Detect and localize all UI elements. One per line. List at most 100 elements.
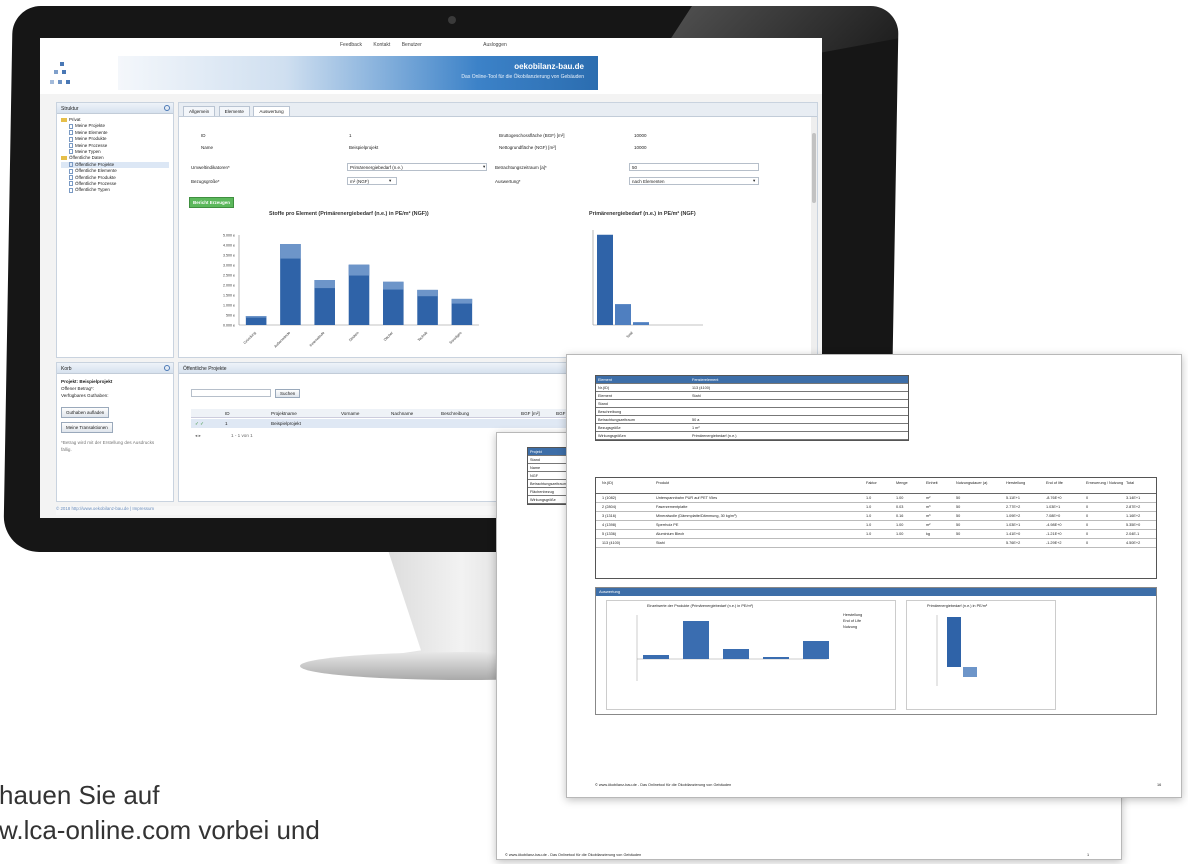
document-icon	[69, 174, 73, 180]
info-label: Stand	[598, 402, 608, 406]
col-id[interactable]: ID	[225, 411, 230, 416]
check-icon[interactable]: ✓ ✓	[195, 421, 204, 427]
y-tick-label: 1.000 e	[223, 304, 235, 308]
info-label: Beschreibung	[598, 410, 622, 414]
search-input[interactable]	[191, 389, 271, 397]
nav-logout[interactable]: Ausloggen	[483, 42, 507, 48]
x-tick-label: Innenwände	[309, 331, 326, 348]
indicator-select[interactable]: Primärenergiebedarf (n.e.)	[347, 163, 487, 171]
caption-line-2: w.lca-online.com vorbei und	[0, 815, 320, 845]
table-header: ID Projektname Vorname Nachname Beschrei…	[191, 409, 591, 418]
brand-tagline: Das Online-Tool für die Ökobilanzierung …	[461, 74, 584, 80]
elements-bar-chart: 5.000 e 4.000 e 3.500 e 3.000 e 2.500 e 2.000…	[223, 234, 479, 349]
table-cell: 2.04E-1	[1126, 532, 1140, 536]
top-up-button[interactable]: Guthaben aufladen	[61, 407, 110, 418]
info-value: 113 (4100)	[692, 386, 711, 390]
explorer-title: Struktur	[57, 103, 173, 114]
document-icon	[69, 149, 73, 155]
table-cell: kg	[926, 532, 931, 536]
table-row[interactable]: ✓ ✓ 1 Beispielprojekt	[191, 419, 591, 428]
products-col: Nr.(ID)	[602, 481, 614, 485]
table-cell: 1.03E+1	[1006, 523, 1021, 527]
page-number: 16	[1157, 783, 1162, 787]
info-value: Fensterelement	[692, 378, 719, 382]
basket-budget: Offener Betrag*:	[61, 386, 95, 391]
transactions-button[interactable]: Meine Transaktionen	[61, 422, 113, 433]
col-name[interactable]: Projektname	[271, 411, 297, 416]
total-bar-chart: Total	[592, 230, 703, 339]
tree-item[interactable]: Öffentliche Typen	[61, 187, 169, 193]
evaluation-section: Auswertung Einzelwerte der Produkte (Pri…	[595, 587, 1157, 715]
info-row: Element Fensterelement	[596, 376, 908, 384]
table-cell: 5.35E+0	[1126, 523, 1141, 527]
chart-title: Primärenergiebedarf (n.e.) in PE/m²	[927, 604, 988, 608]
table-cell: 0	[1086, 541, 1089, 545]
bar	[963, 667, 977, 677]
table-cell: 1.0	[866, 505, 872, 509]
nav-contact[interactable]: Kontakt	[373, 42, 390, 48]
explorer-tree: Privat Meine Projekte Meine Elemente Meine …	[57, 114, 173, 197]
col-bgf2[interactable]: BGF	[556, 411, 565, 416]
chevron-down-icon[interactable]: ▾	[483, 164, 485, 170]
period-label: Betrachtungszeitraum [a]*	[495, 165, 547, 170]
col-bgf[interactable]: BGF [m²]	[521, 411, 540, 416]
logo-dot	[62, 70, 66, 74]
pager-controls[interactable]: ◂ ▸	[195, 433, 201, 439]
bgf-label: Bruttogeschossfläche (BGF) [m²]	[499, 133, 565, 138]
y-tick-label: 3.000 e	[223, 264, 235, 268]
x-tick-label: Total	[626, 331, 634, 339]
col-firstname[interactable]: Vorname	[341, 411, 359, 416]
col-lastname[interactable]: Nachname	[391, 411, 413, 416]
tree-item-label: Öffentliche Produkte	[75, 174, 116, 180]
camera-icon	[448, 16, 456, 24]
legend-3: Nutzung	[843, 625, 858, 629]
info-row: Stand	[596, 400, 908, 408]
name-value: Beispielprojekt	[349, 145, 379, 150]
chevron-down-icon[interactable]: ▾	[753, 178, 755, 184]
info-row: Bezugsgröße 1 m²	[596, 424, 908, 432]
document-icon	[69, 130, 73, 136]
create-report-button[interactable]: Bericht Erzeugen	[189, 197, 235, 208]
basket-title: Korb	[57, 363, 173, 374]
table-cell: 1.00	[896, 523, 904, 527]
info-row: Element Stahl	[596, 392, 908, 400]
tab-general[interactable]: Allgemein	[183, 106, 216, 116]
tab-evaluation[interactable]: Auswertung	[253, 106, 290, 116]
tree-item-label: Meine Elemente	[75, 129, 108, 135]
gear-icon[interactable]	[164, 365, 170, 371]
nav-user[interactable]: Benutzer	[402, 42, 422, 48]
table-row: 2 (2804) Faserzementplatte 1.0 0.03 m³ 50 2.77…	[596, 503, 1156, 512]
document-icon	[69, 136, 73, 142]
folder-icon	[61, 117, 67, 122]
nav-feedback[interactable]: Feedback	[340, 42, 362, 48]
table-cell: Mineralwolle (Dämmplatte/Dämmung, 30 kg/…	[656, 514, 737, 518]
col-description[interactable]: Beschreibung	[441, 411, 469, 416]
gear-icon[interactable]	[164, 105, 170, 111]
search-button[interactable]: Suchen	[275, 389, 301, 398]
chevron-down-icon[interactable]: ▾	[389, 178, 391, 184]
bar-top	[451, 298, 473, 304]
document-icon	[69, 142, 73, 148]
info-label: Betrachtungszeitraum	[598, 418, 635, 422]
bar	[633, 322, 649, 325]
table-cell: m³	[926, 505, 931, 509]
id-label: ID	[201, 133, 206, 138]
total-product-chart: Primärenergiebedarf (n.e.) in PE/m²	[906, 600, 1056, 710]
y-tick-label: 1.500 e	[223, 294, 235, 298]
products-col: Erneuerung / Nutzung	[1086, 481, 1124, 485]
info-row: Wirkungsgrößen Primärenergiebedarf (n.e.)	[596, 432, 908, 440]
tab-elements[interactable]: Elemente	[218, 106, 250, 116]
evaluation-select[interactable]: nach Elementen	[629, 177, 759, 185]
y-tick-label: 0.000 e	[223, 324, 235, 328]
tree-item-label: Öffentliche Projekte	[75, 161, 115, 167]
document-icon	[69, 162, 73, 168]
logo-dot	[54, 70, 58, 74]
y-tick-label: 4.000 e	[223, 244, 235, 248]
x-tick-label: Außenwände	[273, 331, 291, 349]
period-input[interactable]: 50	[629, 163, 759, 171]
scrollbar-thumb[interactable]	[812, 133, 816, 203]
info-value: Stahl	[692, 394, 701, 398]
table-cell: 7.08E+0	[1046, 514, 1061, 518]
info-label: Element	[598, 378, 612, 382]
table-cell: 2.87E+2	[1126, 505, 1141, 509]
